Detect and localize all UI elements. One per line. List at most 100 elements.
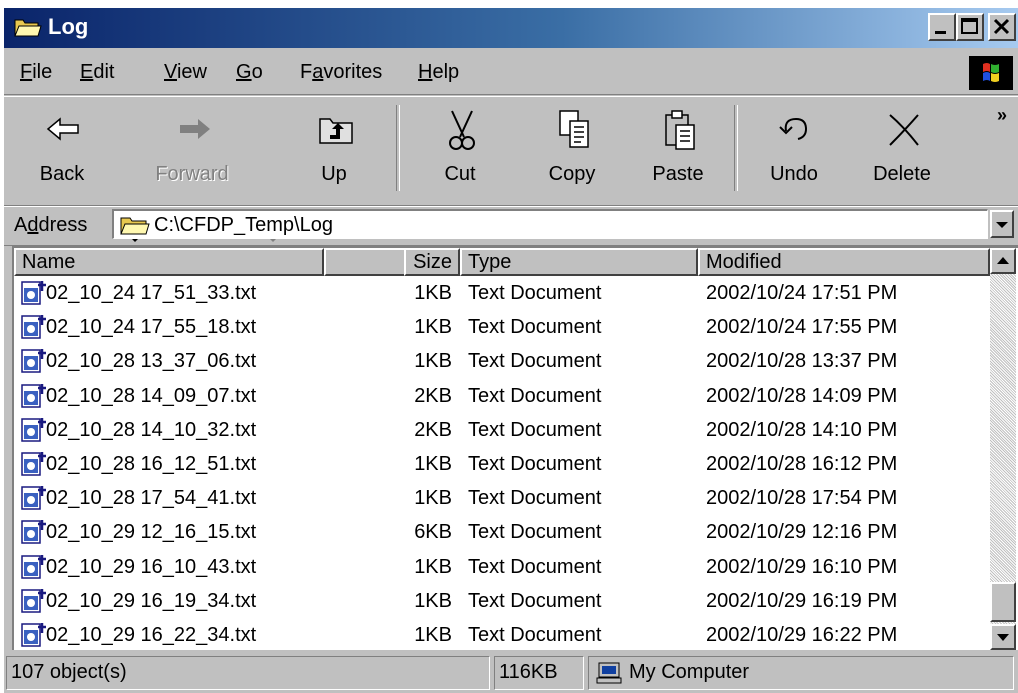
text-document-icon — [21, 520, 46, 545]
paste-button[interactable]: Paste — [630, 101, 726, 197]
table-row[interactable]: 02_10_28 17_54_41.txt 1KB Text Document 200… — [14, 481, 990, 515]
table-row[interactable]: 02_10_29 12_16_15.txt 6KB Text Document 200… — [14, 515, 990, 549]
menu-edit[interactable]: Edit — [80, 60, 114, 84]
file-modified: 2002/10/28 14:09 PM — [706, 384, 898, 407]
status-object-count: 107 object(s) — [6, 656, 490, 690]
table-row[interactable]: 02_10_24 17_51_33.txt 1KB Text Document 200… — [14, 276, 990, 310]
file-size: 1KB — [414, 453, 452, 475]
file-type: Text Document — [468, 624, 602, 646]
table-row[interactable]: 02_10_28 13_37_06.txt 1KB Text Document 200… — [14, 344, 990, 378]
file-size: 1KB — [414, 282, 452, 304]
file-type: Text Document — [468, 350, 602, 373]
file-name: 02_10_28 14_10_32.txt — [46, 418, 257, 441]
title-bar[interactable]: Log — [4, 8, 1018, 48]
file-size: 2KB — [414, 418, 452, 441]
status-zone-label: My Computer — [629, 661, 750, 683]
copy-label: Copy — [548, 163, 596, 185]
address-label: Address — [14, 214, 88, 236]
text-document-icon — [21, 383, 46, 408]
table-row[interactable]: 02_10_28 16_12_51.txt 1KB Text Document 200… — [14, 447, 990, 481]
table-row[interactable]: 02_10_29 16_22_34.txt 1KB Text Document 200… — [14, 618, 990, 650]
menu-file[interactable]: File — [20, 60, 52, 84]
table-row[interactable]: 02_10_29 16_10_43.txt 1KB Text Document 200… — [14, 550, 990, 584]
open-folder-icon — [14, 19, 42, 37]
explorer-window: Log File Edit View Go Favorites Help Bac… — [4, 8, 1018, 693]
text-document-icon — [21, 452, 46, 476]
undo-button[interactable]: Undo — [746, 101, 842, 197]
text-document-icon — [21, 315, 46, 339]
arrow-down-icon — [997, 634, 1009, 641]
toolbar-separator — [734, 105, 738, 191]
forward-button[interactable]: Forward — [144, 101, 240, 197]
menu-help[interactable]: Help — [418, 60, 459, 84]
file-name: 02_10_29 12_16_15.txt — [46, 521, 257, 544]
file-type: Text Document — [468, 418, 602, 441]
file-name: 02_10_29 16_19_34.txt — [46, 589, 257, 612]
file-modified: 2002/10/24 17:51 PM — [706, 282, 898, 304]
undo-label: Undo — [770, 163, 818, 185]
column-header-size[interactable]: Size — [404, 248, 460, 276]
scroll-down-button[interactable] — [990, 624, 1016, 650]
file-modified: 2002/10/29 16:22 PM — [706, 624, 898, 646]
toolbar-more-chevron[interactable]: » — [997, 105, 1007, 126]
back-arrow-icon — [46, 117, 79, 141]
folder-icon — [120, 217, 150, 235]
copy-button[interactable]: Copy — [524, 101, 620, 197]
file-type: Text Document — [468, 316, 602, 339]
file-name: 02_10_29 16_22_34.txt — [46, 624, 257, 646]
close-button[interactable] — [988, 13, 1016, 41]
file-modified: 2002/10/29 16:10 PM — [706, 555, 898, 578]
file-name: 02_10_28 17_54_41.txt — [46, 487, 257, 510]
scroll-up-button[interactable] — [990, 248, 1016, 274]
file-modified: 2002/10/29 12:16 PM — [706, 521, 898, 544]
maximize-button[interactable] — [956, 13, 984, 41]
file-size: 6KB — [414, 521, 452, 544]
column-header-type[interactable]: Type — [460, 248, 698, 276]
table-row[interactable]: 02_10_24 17_55_18.txt 1KB Text Document 200… — [14, 310, 990, 344]
text-document-icon — [21, 281, 46, 305]
file-type: Text Document — [468, 589, 602, 612]
file-list[interactable]: Name Size Type Modified 02_10_24 17_51_3… — [12, 246, 1018, 650]
address-dropdown-button[interactable] — [990, 210, 1014, 238]
windows-logo-icon — [983, 63, 999, 82]
forward-arrow-icon — [180, 119, 210, 139]
table-row[interactable]: 02_10_28 14_09_07.txt 2KB Text Document 200… — [14, 379, 990, 413]
text-document-icon — [21, 486, 46, 510]
text-document-icon — [21, 349, 46, 374]
window-title: Log — [48, 14, 89, 39]
file-size: 1KB — [414, 589, 452, 612]
file-modified: 2002/10/29 16:19 PM — [706, 589, 898, 612]
text-document-icon — [21, 417, 46, 442]
arrow-up-icon — [997, 257, 1009, 264]
menu-favorites[interactable]: Favorites — [300, 60, 382, 84]
file-type: Text Document — [468, 384, 602, 407]
up-folder-icon — [319, 118, 353, 144]
file-size: 1KB — [414, 624, 452, 646]
scissors-icon — [449, 110, 475, 150]
address-value: C:\CFDP_Temp\Log — [154, 214, 333, 236]
file-size: 2KB — [414, 384, 452, 407]
scroll-thumb[interactable] — [990, 582, 1016, 622]
file-modified: 2002/10/24 17:55 PM — [706, 316, 898, 339]
cut-button[interactable]: Cut — [412, 101, 508, 197]
my-computer-icon — [596, 662, 622, 684]
delete-button[interactable]: Delete — [854, 101, 950, 197]
file-modified: 2002/10/28 14:10 PM — [706, 418, 898, 441]
menu-go[interactable]: Go — [236, 60, 263, 84]
table-row[interactable]: 02_10_29 16_19_34.txt 1KB Text Document 200… — [14, 584, 990, 618]
file-modified: 2002/10/28 13:37 PM — [706, 350, 898, 373]
table-row[interactable]: 02_10_28 14_10_32.txt 2KB Text Document 200… — [14, 413, 990, 447]
vertical-scrollbar[interactable] — [990, 248, 1016, 650]
back-button[interactable]: Back — [14, 101, 110, 197]
cut-label: Cut — [444, 163, 476, 185]
up-button[interactable]: Up — [286, 101, 382, 197]
copy-icon — [559, 110, 589, 148]
address-input[interactable]: C:\CFDP_Temp\Log — [112, 209, 988, 239]
column-header-modified[interactable]: Modified — [698, 248, 990, 276]
up-label: Up — [321, 163, 347, 185]
status-total-size: 116KB — [494, 656, 584, 690]
minimize-button[interactable] — [928, 13, 956, 41]
column-header-name[interactable]: Name — [14, 248, 324, 276]
menu-view[interactable]: View — [164, 60, 207, 84]
windows-logo — [969, 56, 1013, 90]
